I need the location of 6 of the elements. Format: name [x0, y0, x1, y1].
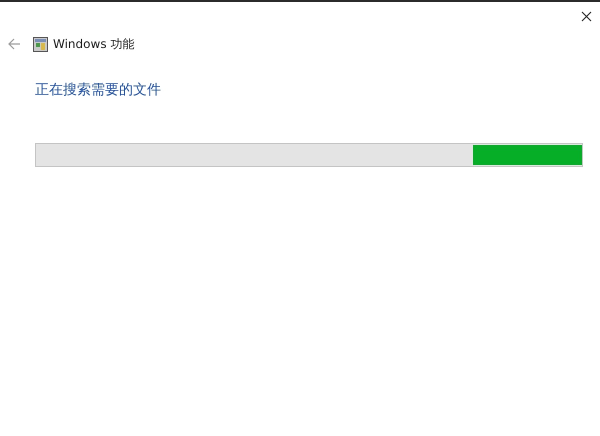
back-icon: [7, 37, 21, 51]
window-icon: [33, 36, 48, 52]
close-icon: [580, 10, 592, 22]
back-button[interactable]: [7, 37, 21, 51]
window-title: Windows 功能: [53, 36, 134, 52]
status-heading: 正在搜索需要的文件: [35, 81, 162, 99]
